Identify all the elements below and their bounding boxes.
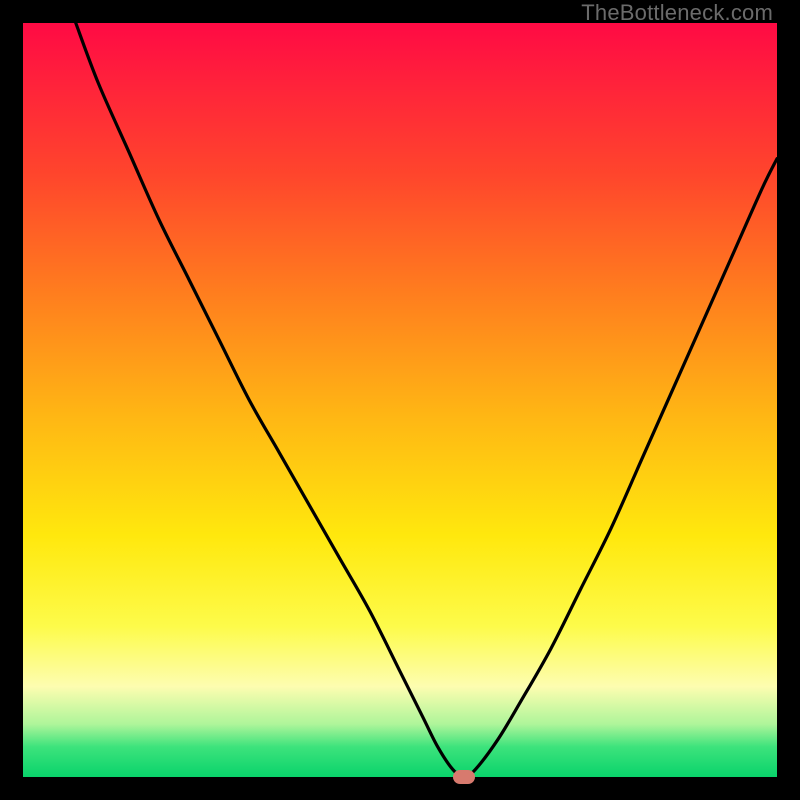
optimum-marker bbox=[453, 770, 475, 784]
bottleneck-curve bbox=[23, 23, 777, 777]
watermark-text: TheBottleneck.com bbox=[581, 0, 773, 26]
plot-area bbox=[23, 23, 777, 777]
chart-frame: TheBottleneck.com bbox=[0, 0, 800, 800]
